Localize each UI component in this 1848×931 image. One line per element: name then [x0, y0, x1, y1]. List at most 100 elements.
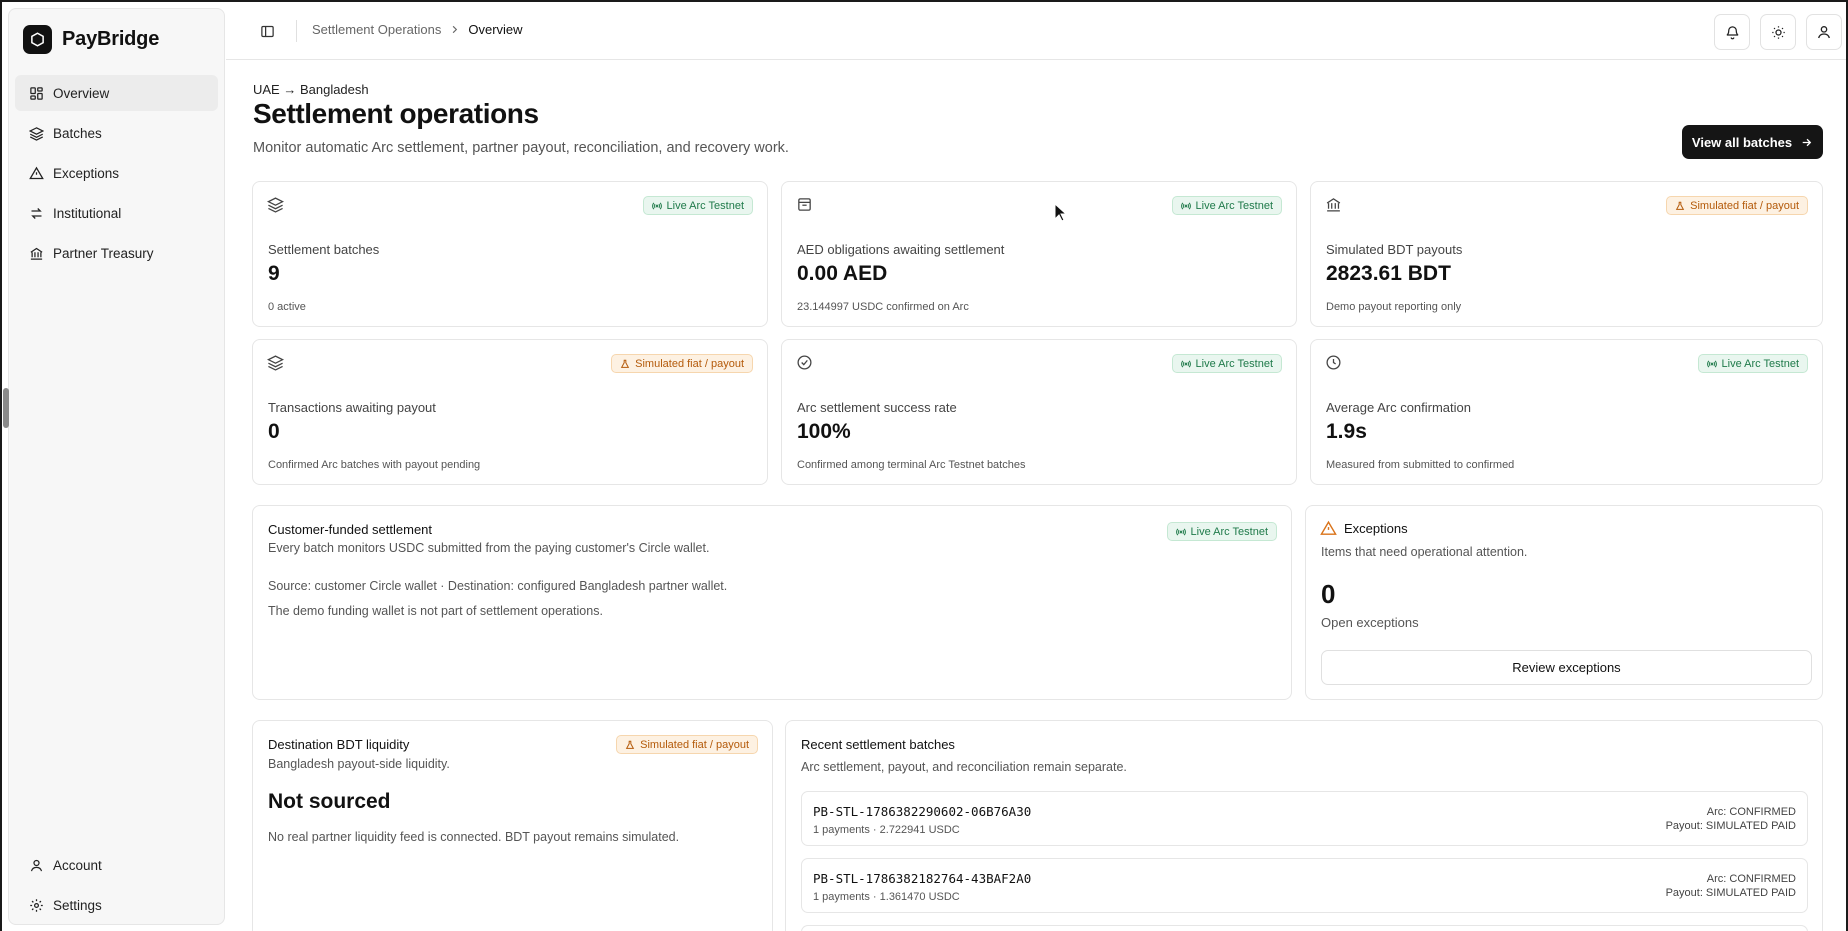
signal-icon	[1175, 528, 1186, 535]
signal-icon	[1180, 360, 1191, 367]
page-subtitle: Monitor automatic Arc settlement, partne…	[253, 140, 789, 156]
batch-meta: 1 payments · 1.361470 USDC	[813, 891, 960, 903]
live-arc-testnet-badge: Live Arc Testnet	[1166, 522, 1277, 541]
sidebar-item-institutional[interactable]: Institutional	[15, 195, 218, 231]
breadcrumb-parent-link[interactable]: Settlement Operations	[312, 22, 441, 37]
live-arc-testnet-badge: Live Arc Testnet	[1171, 196, 1282, 215]
topbar-divider	[296, 20, 297, 42]
metric-value: 100%	[797, 420, 851, 443]
receipt-icon	[798, 198, 811, 211]
sidebar-item-partner-treasury[interactable]: Partner Treasury	[15, 235, 218, 271]
metric-card-settlement-batches: Live Arc Testnet Settlement batches 9 0 …	[252, 181, 768, 327]
window-resize-handle[interactable]	[3, 388, 9, 428]
metric-value: 0.00 AED	[797, 262, 888, 285]
flask-icon	[625, 740, 635, 749]
transfer-icon	[31, 207, 42, 219]
user-icon	[1818, 26, 1830, 39]
sidebar-item-overview[interactable]: Overview	[15, 75, 218, 111]
metric-label: AED obligations awaiting settlement	[797, 242, 1005, 257]
notifications-button[interactable]	[1714, 14, 1750, 50]
sun-icon	[1771, 25, 1785, 39]
exceptions-header: Exceptions	[1320, 520, 1408, 537]
sidebar-toggle-button[interactable]	[256, 20, 278, 42]
flask-icon	[1675, 201, 1685, 210]
signal-icon	[651, 202, 662, 209]
batch-row[interactable]: PB-STL-1786382290602-06B76A30 1 payments…	[801, 791, 1808, 846]
layers-icon	[267, 355, 284, 371]
warning-icon	[29, 166, 44, 179]
view-all-batches-button[interactable]: View all batches	[1682, 125, 1823, 159]
metric-note: Demo payout reporting only	[1326, 301, 1462, 313]
batch-meta: 1 payments · 2.722941 USDC	[813, 824, 960, 836]
metric-card-arc-success-rate: Live Arc Testnet Arc settlement success …	[781, 339, 1297, 485]
sidebar-item-label: Partner Treasury	[53, 245, 154, 261]
badge-label: Simulated fiat / payout	[640, 738, 749, 751]
sidebar-item-exceptions[interactable]: Exceptions	[15, 155, 218, 191]
sidebar-item-account[interactable]: Account	[15, 847, 218, 883]
recent-batches-card: Recent settlement batches Arc settlement…	[785, 720, 1823, 931]
metric-label: Arc settlement success rate	[797, 400, 957, 415]
live-arc-testnet-badge: Live Arc Testnet	[1171, 354, 1282, 373]
layers-icon	[267, 197, 284, 213]
bank-icon	[30, 247, 43, 260]
user-menu-button[interactable]	[1806, 14, 1842, 50]
hexagon-logo-icon	[23, 25, 52, 54]
warning-icon	[1320, 520, 1337, 535]
sidebar-item-settings[interactable]: Settings	[15, 887, 218, 923]
section-subtitle: Arc settlement, payout, and reconciliati…	[801, 760, 1127, 774]
metric-value: 1.9s	[1326, 420, 1367, 443]
review-exceptions-button[interactable]: Review exceptions	[1321, 650, 1812, 685]
batch-id: PB-STL-1786382182764-43BAF2A0	[813, 871, 1032, 886]
clock-icon	[1326, 355, 1341, 370]
brand[interactable]: PayBridge	[23, 25, 159, 54]
source-destination-text: Source: customer Circle wallet · Destina…	[268, 579, 728, 593]
liquidity-status-value: Not sourced	[268, 790, 391, 813]
page-title: Settlement operations	[253, 98, 539, 129]
simulated-payout-badge: Simulated fiat / payout	[611, 354, 753, 373]
section-title: Customer-funded settlement	[268, 522, 433, 537]
badge-label: Live Arc Testnet	[1190, 525, 1268, 538]
demo-wallet-note: The demo funding wallet is not part of s…	[268, 604, 603, 618]
sidebar-item-batches[interactable]: Batches	[15, 115, 218, 151]
batch-arc-status: Arc: CONFIRMED	[1706, 806, 1796, 818]
metric-note: Measured from submitted to confirmed	[1326, 459, 1515, 471]
section-title: Recent settlement batches	[801, 737, 955, 752]
sidebar-item-label: Institutional	[53, 205, 122, 221]
badge-label: Live Arc Testnet	[1195, 199, 1273, 212]
section-subtitle: Every batch monitors USDC submitted from…	[268, 541, 710, 555]
metric-label: Simulated BDT payouts	[1326, 242, 1463, 257]
section-title: Destination BDT liquidity	[268, 737, 410, 752]
sidebar-item-label: Account	[53, 857, 102, 873]
batch-payout-status: Payout: SIMULATED PAID	[1665, 820, 1796, 832]
sidebar-bottom-nav: Account Settings	[15, 847, 218, 927]
batch-arc-status: Arc: CONFIRMED	[1706, 873, 1796, 885]
metric-card-aed-obligations: Live Arc Testnet AED obligations awaitin…	[781, 181, 1297, 327]
signal-icon	[1706, 360, 1717, 367]
batch-row[interactable]	[801, 925, 1808, 931]
check-circle-icon	[797, 355, 812, 370]
liquidity-note: No real partner liquidity feed is connec…	[268, 830, 680, 844]
metric-note: 0 active	[268, 301, 306, 313]
metric-label: Transactions awaiting payout	[268, 400, 436, 415]
metric-note: Confirmed Arc batches with payout pendin…	[268, 459, 481, 471]
open-exceptions-label: Open exceptions	[1321, 615, 1419, 630]
live-arc-testnet-badge: Live Arc Testnet	[1697, 354, 1808, 373]
bell-icon	[1726, 25, 1738, 39]
section-title: Exceptions	[1344, 521, 1408, 536]
sidebar-item-label: Exceptions	[53, 165, 120, 181]
breadcrumb-current: Overview	[468, 22, 523, 37]
main-content: UAE → Bangladesh Settlement operations M…	[226, 60, 1846, 931]
section-subtitle: Bangladesh payout-side liquidity.	[268, 757, 450, 771]
topbar: Settlement Operations Overview	[226, 2, 1846, 60]
gear-icon	[30, 898, 43, 912]
signal-icon	[1180, 202, 1191, 209]
metric-label: Average Arc confirmation	[1326, 400, 1471, 415]
sidebar-item-label: Settings	[53, 897, 102, 913]
live-arc-testnet-badge: Live Arc Testnet	[642, 196, 753, 215]
theme-toggle-button[interactable]	[1760, 14, 1796, 50]
destination-liquidity-card: Destination BDT liquidity Bangladesh pay…	[252, 720, 773, 931]
breadcrumb: Settlement Operations Overview	[312, 22, 523, 37]
badge-label: Simulated fiat / payout	[635, 357, 744, 370]
section-subtitle: Items that need operational attention.	[1321, 545, 1528, 559]
batch-row[interactable]: PB-STL-1786382182764-43BAF2A0 1 payments…	[801, 858, 1808, 913]
